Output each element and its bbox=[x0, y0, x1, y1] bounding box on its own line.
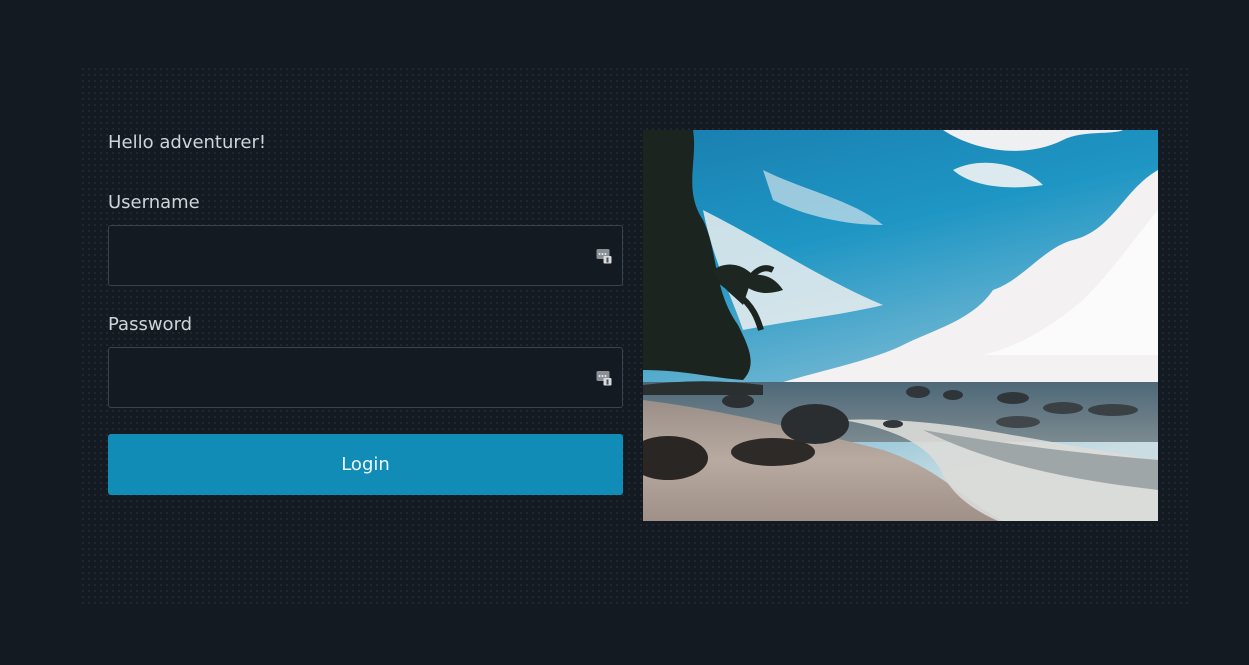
password-input[interactable] bbox=[109, 348, 622, 407]
login-card: Hello adventurer! Username Password Logi… bbox=[80, 66, 1192, 604]
username-field bbox=[108, 225, 623, 286]
password-label: Password bbox=[108, 314, 193, 335]
password-manager-icon[interactable] bbox=[596, 370, 612, 386]
password-manager-icon[interactable] bbox=[596, 248, 612, 264]
login-button[interactable]: Login bbox=[108, 434, 623, 495]
username-input[interactable] bbox=[109, 226, 622, 285]
username-label: Username bbox=[108, 192, 200, 213]
greeting-text: Hello adventurer! bbox=[108, 132, 267, 153]
beach-photo-icon bbox=[643, 130, 1158, 521]
password-field bbox=[108, 347, 623, 408]
beach-photo bbox=[643, 130, 1158, 521]
